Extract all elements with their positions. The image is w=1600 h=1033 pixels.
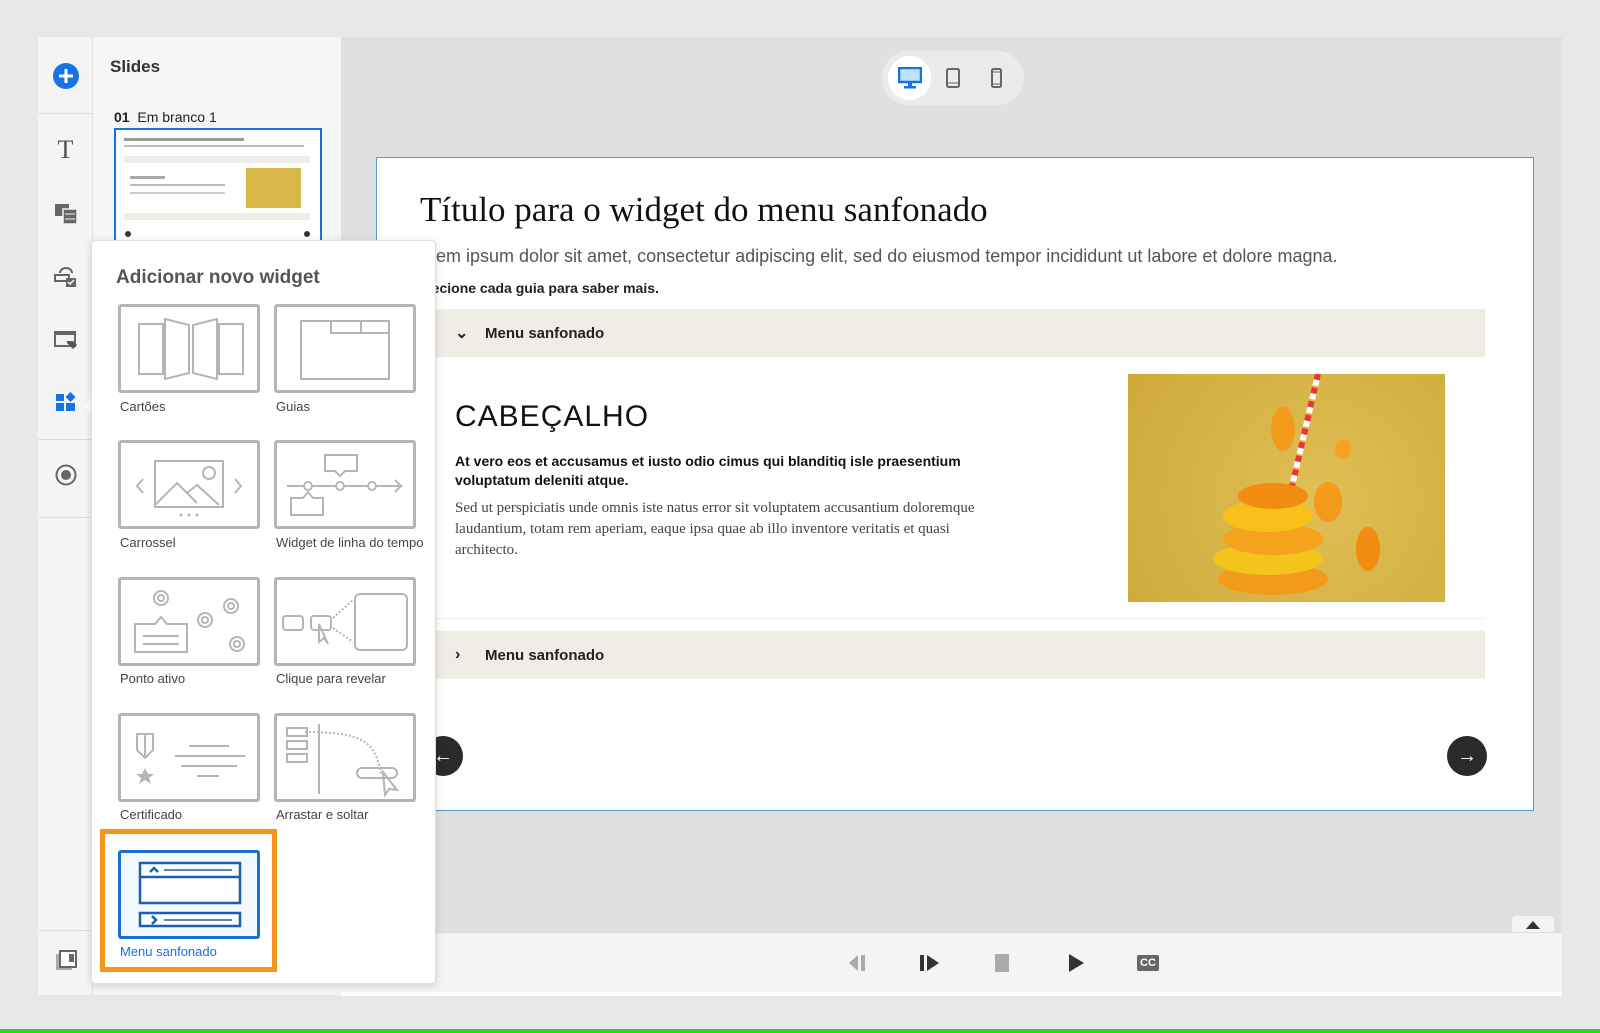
widget-label: Widget de linha do tempo [276, 535, 424, 550]
slides-panel-icon[interactable] [38, 941, 93, 981]
content-body-text[interactable]: Sed ut perspiciatis unde omnis iste natu… [455, 498, 1015, 561]
media-icon[interactable] [38, 193, 93, 233]
widget-accordion-tile[interactable] [118, 850, 260, 939]
step-forward-icon [920, 955, 939, 971]
step-back-icon [849, 955, 865, 971]
drag-drop-icon [286, 724, 400, 798]
tabs-icon [300, 320, 390, 380]
widget-label: Cartões [120, 399, 166, 414]
add-icon[interactable] [38, 56, 93, 96]
chevron-right-icon: › [455, 646, 461, 663]
caret-up-icon [1526, 920, 1540, 929]
slide-title[interactable]: Título para o widget do menu sanfonado [420, 190, 988, 230]
hotspot-icon [134, 590, 245, 653]
play-icon [1069, 954, 1084, 972]
widget-tabs-tile[interactable] [274, 304, 416, 393]
playback-bar: CC [341, 932, 1562, 992]
accordion-label: Menu sanfonado [485, 324, 605, 342]
next-slide-button[interactable]: → [1447, 736, 1487, 776]
mobile-icon [990, 68, 1002, 88]
slide-canvas[interactable]: Título para o widget do menu sanfonado o… [376, 157, 1534, 811]
widget-click-reveal-tile[interactable] [274, 577, 416, 666]
cc-icon: CC [1137, 955, 1159, 971]
stop-icon [995, 954, 1009, 972]
slide-label: 01 Em branco 1 [114, 109, 217, 125]
widget-carousel-tile[interactable] [118, 440, 260, 529]
tablet-view-button[interactable] [931, 56, 974, 100]
tablet-icon [945, 68, 960, 88]
click-reveal-icon [282, 593, 408, 651]
content-heading[interactable]: CABEÇALHO [455, 400, 649, 434]
accordion-icon [138, 861, 242, 928]
widget-label: Carrossel [120, 535, 176, 550]
stop-button[interactable] [993, 950, 1011, 976]
desktop-view-button[interactable] [888, 56, 932, 100]
play-button[interactable] [1066, 950, 1086, 976]
content-image[interactable] [1128, 374, 1445, 602]
slide-instruction[interactable]: elecione cada guia para saber mais. [420, 280, 659, 296]
widget-timeline-tile[interactable] [274, 440, 416, 529]
widget-label: Arrastar e soltar [276, 807, 369, 822]
previous-button[interactable] [846, 950, 868, 976]
widget-hotspot-tile[interactable] [118, 577, 260, 666]
slide-number: 01 [114, 109, 130, 125]
arrow-right-icon: → [1457, 744, 1477, 767]
accordion-header-1[interactable]: ⌄ Menu sanfonado [435, 309, 1485, 357]
device-toggle [882, 51, 1024, 105]
accordion-header-2[interactable]: › Menu sanfonado [435, 631, 1485, 679]
accordion-panel: CABEÇALHO At vero eos et accusamus et iu… [435, 357, 1485, 619]
carousel-icon [135, 460, 243, 517]
widget-label: Guias [276, 399, 310, 414]
widget-cards-tile[interactable] [118, 304, 260, 393]
widget-label: Ponto ativo [120, 671, 186, 686]
quiz-icon[interactable] [38, 257, 93, 297]
slide-thumbnail[interactable] [114, 128, 322, 243]
closed-captions-button[interactable]: CC [1137, 950, 1159, 976]
popup-title: Adicionar novo widget [116, 267, 320, 288]
orange-slices-image [1213, 374, 1380, 595]
timeline-icon [287, 454, 404, 516]
next-button[interactable] [918, 950, 942, 976]
desktop-icon [897, 67, 922, 89]
expand-timeline-button[interactable] [1512, 916, 1554, 933]
slide-name: Em branco 1 [137, 109, 217, 125]
accordion-label: Menu sanfonado [485, 646, 605, 664]
content-bold-text[interactable]: At vero eos et accusamus et iusto odio c… [455, 452, 1025, 490]
slides-panel-title: Slides [110, 57, 161, 76]
cards-icon [138, 317, 244, 381]
arrow-left-icon: ← [433, 744, 453, 767]
chevron-down-icon: ⌄ [455, 325, 469, 342]
widget-certificate-tile[interactable] [118, 713, 260, 802]
record-icon[interactable] [38, 455, 93, 495]
certificate-icon [136, 733, 245, 784]
interaction-icon[interactable] [38, 320, 93, 360]
text-icon[interactable]: T [38, 130, 93, 170]
bottom-border [0, 1029, 1600, 1033]
timeline-edge [341, 992, 1562, 996]
widget-label-selected: Menu sanfonado [120, 944, 217, 959]
widget-label: Clique para revelar [276, 671, 386, 686]
tool-rail: T [38, 37, 93, 995]
slide-intro[interactable]: orem ipsum dolor sit amet, consectetur a… [420, 246, 1337, 267]
widget-drag-drop-tile[interactable] [274, 713, 416, 802]
mobile-view-button[interactable] [975, 56, 1018, 100]
widget-label: Certificado [120, 807, 183, 822]
add-widget-popup: Adicionar novo widget Cartões Guias Carr… [91, 240, 436, 984]
